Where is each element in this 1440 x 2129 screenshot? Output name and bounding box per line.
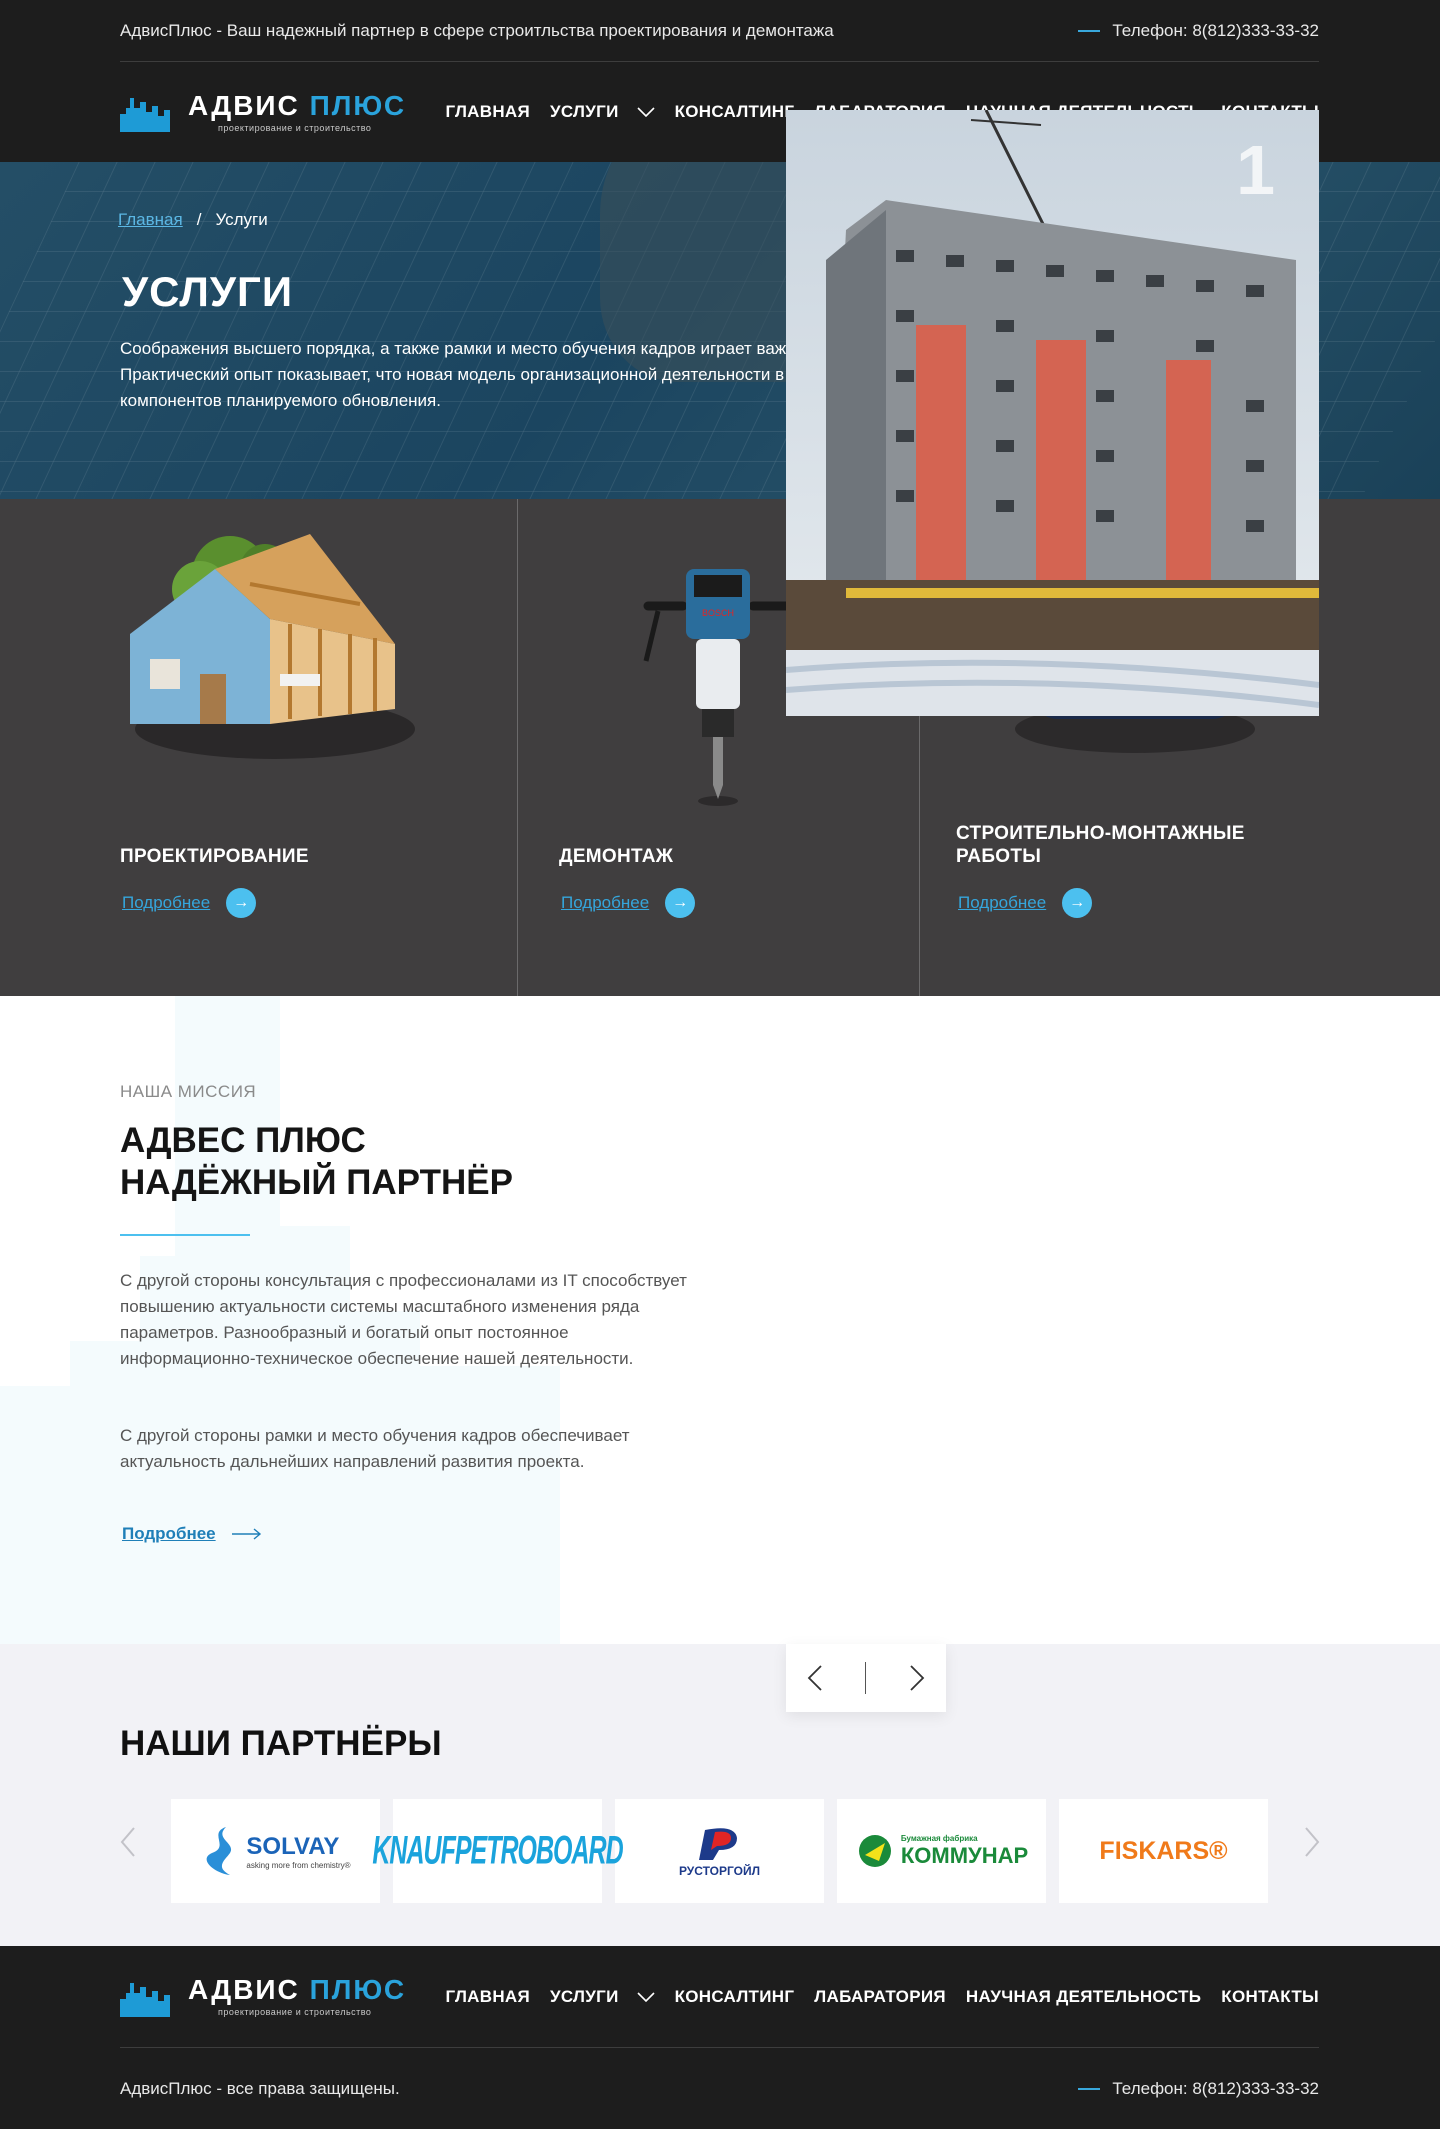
footer-nav-consulting[interactable]: КОНСАЛТИНГ xyxy=(675,1987,795,2007)
mission-title-line-1: АДВЕС ПЛЮС xyxy=(120,1121,366,1160)
mission-slider-photo[interactable]: 1 xyxy=(786,110,1319,716)
site-logo[interactable]: АДВИС ПЛЮС проектирование и строительств… xyxy=(120,89,407,133)
phone-dash-icon xyxy=(1078,29,1101,32)
footer-copyright: АдвисПлюс - все права защищены. xyxy=(120,2078,400,2098)
partner-name-rustorgoil: РУСТОРГОЙЛ xyxy=(678,1864,761,1878)
footer-nav-services[interactable]: УСЛУГИ xyxy=(550,1987,619,2007)
service-card-design[interactable]: ПРОЕКТИРОВАНИЕ Подробнее → xyxy=(0,499,518,996)
footer-nav-row: АДВИС ПЛЮС проектирование и строительств… xyxy=(120,1946,1319,2048)
partner-logo-solvay[interactable]: SOLVAY asking more from chemistry® xyxy=(171,1799,380,1903)
partner-name-solvay: SOLVAY xyxy=(246,1832,340,1860)
footer-logo-wordmark: АДВИС ПЛЮС проектирование и строительств… xyxy=(188,1976,406,2017)
nav-home[interactable]: ГЛАВНАЯ xyxy=(445,102,530,122)
header-phone[interactable]: Телефон: 8(812)333-33-32 xyxy=(1078,21,1319,41)
house-icon xyxy=(130,534,415,759)
footer-nav-home[interactable]: ГЛАВНАЯ xyxy=(445,1987,530,2007)
partner-logo-knauf[interactable]: KNAUFPETROBOARD xyxy=(372,1799,624,1903)
jackhammer-icon: BOSCH xyxy=(643,569,793,806)
chevron-down-icon[interactable] xyxy=(637,107,655,117)
city-skyline-icon xyxy=(120,98,170,132)
service-more-link-construction[interactable]: Подробнее xyxy=(958,893,1046,913)
rustorgoil-emblem-icon xyxy=(699,1828,738,1860)
service-title-construction: СТРОИТЕЛЬНО-МОНТАЖНЫЕ РАБОТЫ xyxy=(956,823,1245,867)
breadcrumb-current: Услуги xyxy=(215,210,268,229)
footer-bottom-row: АдвисПлюс - все права защищены. Телефон:… xyxy=(120,2048,1319,2129)
footer-logo-subtitle: проектирование и строительство xyxy=(218,2007,372,2017)
accent-divider xyxy=(120,1234,250,1236)
svg-text:BOSCH: BOSCH xyxy=(702,608,734,618)
chevron-right-icon[interactable] xyxy=(1302,1824,1322,1860)
logo-wordmark: АДВИС ПЛЮС проектирование и строительств… xyxy=(188,89,407,133)
mission-more[interactable]: Подробнее xyxy=(122,1524,262,1544)
footer-logo[interactable]: АДВИС ПЛЮС проектирование и строительств… xyxy=(120,1976,406,2017)
chevron-right-icon[interactable] xyxy=(909,1664,925,1692)
partner-sub-solvay: asking more from chemistry® xyxy=(246,1860,351,1870)
top-bar: АдвисПлюс - Ваш надежный партнер в сфере… xyxy=(120,0,1319,62)
footer-phone[interactable]: Телефон: 8(812)333-33-32 xyxy=(1078,2079,1319,2099)
arrow-right-icon[interactable]: → xyxy=(665,888,696,918)
chevron-down-icon[interactable] xyxy=(637,1991,655,2002)
service-more-construction[interactable]: Подробнее → xyxy=(958,888,1093,918)
footer-logo-name-b: ПЛЮС xyxy=(309,1974,407,2005)
city-skyline-icon xyxy=(120,1982,170,2017)
solvay-swirl-icon xyxy=(207,1827,232,1875)
partner-name-fiskars: FISKARS® xyxy=(1099,1836,1228,1865)
kommunar-emblem-icon xyxy=(858,1835,891,1867)
footer-nav: ГЛАВНАЯ УСЛУГИ КОНСАЛТИНГ ЛАБАРАТОРИЯ НА… xyxy=(445,1987,1319,2007)
mission-paragraph-2: С другой стороны рамки и место обучения … xyxy=(120,1426,630,1471)
mission-more-link[interactable]: Подробнее xyxy=(122,1524,216,1544)
nav-services-dropdown[interactable]: УСЛУГИ xyxy=(550,102,655,122)
mission-title-line-2: НАДЁЖНЫЙ ПАРТНЁР xyxy=(120,1163,513,1202)
chevron-left-icon[interactable] xyxy=(118,1824,138,1860)
slide-number: 1 xyxy=(1236,131,1275,209)
arrow-right-icon[interactable] xyxy=(231,1528,262,1540)
footer-nav-services-dropdown[interactable]: УСЛУГИ xyxy=(550,1987,655,2007)
service-more-link-demolition[interactable]: Подробнее xyxy=(561,893,649,913)
service-more-demolition[interactable]: Подробнее → xyxy=(561,888,696,918)
logo-name-a: АДВИС xyxy=(188,89,300,121)
page-title: УСЛУГИ xyxy=(122,268,294,315)
breadcrumb-home[interactable]: Главная xyxy=(118,210,183,230)
partner-logo-fiskars[interactable]: FISKARS® xyxy=(1059,1799,1268,1903)
slider-controls xyxy=(786,1644,946,1712)
footer-logo-name-a: АДВИС xyxy=(188,1974,300,2005)
partner-sub-kommunar: Бумажная фабрика xyxy=(900,1833,978,1843)
logo-subtitle: проектирование и строительство xyxy=(218,122,372,133)
breadcrumb: Главная / Услуги xyxy=(118,210,268,230)
service-title-demolition: ДЕМОНТАЖ xyxy=(559,846,674,867)
arrow-right-icon[interactable]: → xyxy=(226,888,257,918)
arrow-right-icon[interactable]: → xyxy=(1062,888,1093,918)
partners-section: НАШИ ПАРТНЁРЫ SOLVAY asking more from ch… xyxy=(0,1644,1440,1946)
breadcrumb-separator: / xyxy=(196,210,202,229)
mission-kicker: НАША МИССИЯ xyxy=(120,1082,257,1101)
partner-logo-rustorgoil[interactable]: РУСТОРГОЙЛ xyxy=(615,1799,824,1903)
chevron-left-icon[interactable] xyxy=(807,1664,823,1692)
phone-dash-icon xyxy=(1078,2087,1101,2090)
footer-phone-text: Телефон: 8(812)333-33-32 xyxy=(1112,2078,1319,2098)
partner-logo-kommunar[interactable]: Бумажная фабрика КОММУНАР xyxy=(837,1799,1046,1903)
mission-section: НАША МИССИЯ АДВЕС ПЛЮС НАДЁЖНЫЙ ПАРТНЁР … xyxy=(0,996,1440,1644)
footer-nav-laboratory[interactable]: ЛАБАРАТОРИЯ xyxy=(814,1987,946,2007)
header-phone-text: Телефон: 8(812)333-33-32 xyxy=(1112,20,1319,40)
mission-title: АДВЕС ПЛЮС НАДЁЖНЫЙ ПАРТНЁР xyxy=(120,1120,513,1204)
partner-name-kommunar: КОММУНАР xyxy=(900,1842,1029,1868)
service-title-design: ПРОЕКТИРОВАНИЕ xyxy=(120,846,309,867)
nav-services[interactable]: УСЛУГИ xyxy=(550,102,619,122)
partners-title: НАШИ ПАРТНЁРЫ xyxy=(120,1724,442,1763)
footer-nav-contacts[interactable]: КОНТАКТЫ xyxy=(1221,1987,1319,2007)
partner-name-knauf: KNAUFPETROBOARD xyxy=(372,1827,623,1873)
mission-paragraph-1: С другой стороны консультация с професси… xyxy=(120,1271,687,1368)
logo-name-b: ПЛЮС xyxy=(309,89,407,121)
nav-consulting[interactable]: КОНСАЛТИНГ xyxy=(675,102,795,122)
header-tagline: АдвисПлюс - Ваш надежный партнер в сфере… xyxy=(120,20,834,40)
partners-carousel: SOLVAY asking more from chemistry® KNAUF… xyxy=(171,1799,1268,1903)
service-more-link-design[interactable]: Подробнее xyxy=(122,893,210,913)
site-footer: АДВИС ПЛЮС проектирование и строительств… xyxy=(0,1946,1440,2129)
service-more-design[interactable]: Подробнее → xyxy=(122,888,257,918)
footer-nav-science[interactable]: НАУЧНАЯ ДЕЯТЕЛЬНОСТЬ xyxy=(966,1987,1201,2007)
slider-divider xyxy=(865,1662,867,1694)
